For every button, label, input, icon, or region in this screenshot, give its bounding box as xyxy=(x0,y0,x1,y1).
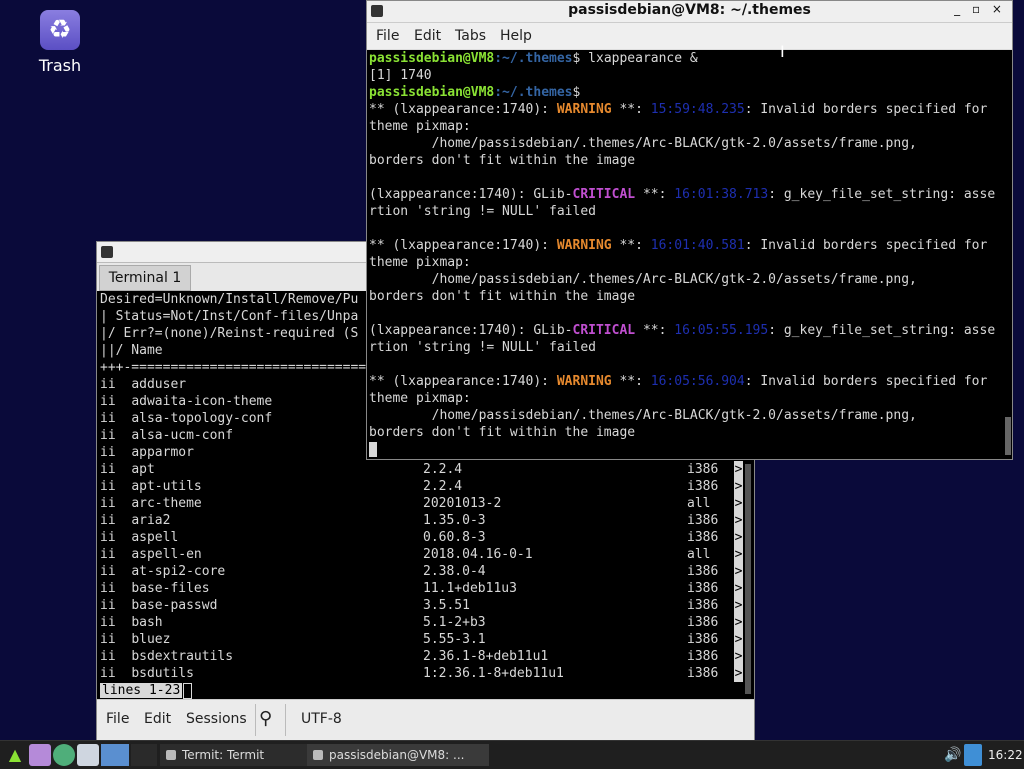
output-line: borders don't fit within the image xyxy=(369,289,636,304)
front-scrollbar[interactable] xyxy=(1005,417,1011,455)
terminal-icon xyxy=(313,750,323,760)
table-row: ii arc-theme 20201013-2 all > xyxy=(100,495,743,512)
critical-line: (lxappearance:1740): GLib-CRITICAL **: 1… xyxy=(369,323,996,338)
workspace-2[interactable] xyxy=(131,744,157,766)
prompt-line: passisdebian@VM8:~/.themes$ xyxy=(369,85,581,100)
terminal-icon xyxy=(166,750,176,760)
task-lxterminal[interactable]: passisdebian@VM8: ... xyxy=(307,744,489,766)
output-line: borders don't fit within the image xyxy=(369,153,636,168)
critical-line: (lxappearance:1740): GLib-CRITICAL **: 1… xyxy=(369,187,996,202)
table-row: ii bash 5.1-2+b3 i386 > xyxy=(100,614,743,631)
menu-separator xyxy=(255,704,256,736)
volume-icon[interactable]: 🔊 xyxy=(944,744,961,766)
output-line: theme pixmap: xyxy=(369,255,471,270)
table-row: ii base-files 11.1+deb11u3 i386 > xyxy=(100,580,743,597)
table-row: ii bluez 5.55-3.1 i386 > xyxy=(100,631,743,648)
output-line: theme pixmap: xyxy=(369,119,471,134)
menu-sessions[interactable]: Sessions xyxy=(186,711,247,727)
output-line: rtion 'string != NULL' failed xyxy=(369,340,596,355)
menu-file[interactable]: File xyxy=(106,711,129,727)
table-row: ii aspell 0.60.8-3 i386 > xyxy=(100,529,743,546)
menu-tabs[interactable]: Tabs xyxy=(455,28,486,44)
network-icon[interactable] xyxy=(964,744,982,766)
output-line: rtion 'string != NULL' failed xyxy=(369,204,596,219)
menu-edit[interactable]: Edit xyxy=(414,28,441,44)
termit-menubar: File Edit Sessions ⚲ UTF-8 xyxy=(97,699,754,740)
output-line: /home/passisdebian/.themes/Arc-BLACK/gtk… xyxy=(369,408,917,423)
table-row: ii base-passwd 3.5.51 i386 > xyxy=(100,597,743,614)
pager-status: lines 1-23 xyxy=(100,683,183,698)
search-icon[interactable]: ⚲ xyxy=(259,708,272,729)
workspace-1[interactable] xyxy=(101,744,129,766)
table-row: ii bsdutils 1:2.36.1-8+deb11u1 i386 > xyxy=(100,665,743,682)
window-controls[interactable]: _ ▫ × xyxy=(954,2,1006,16)
browser-icon[interactable] xyxy=(53,744,75,766)
terminal-icon xyxy=(101,246,113,258)
task-termit[interactable]: Termit: Termit xyxy=(160,744,322,766)
front-titlebar[interactable]: passisdebian@VM8: ~/.themes _ ▫ × xyxy=(367,1,1012,23)
menu-file[interactable]: File xyxy=(376,28,399,44)
desktop-trash-icon[interactable]: ♻ Trash xyxy=(28,10,92,75)
start-menu-icon[interactable]: ▲ xyxy=(4,744,26,766)
warning-line: ** (lxappearance:1740): WARNING **: 16:0… xyxy=(369,238,988,253)
terminal-cursor xyxy=(369,442,377,457)
warning-line: ** (lxappearance:1740): WARNING **: 15:5… xyxy=(369,102,988,117)
menu-edit[interactable]: Edit xyxy=(144,711,171,727)
prompt-line: passisdebian@VM8:~/.themes$ lxappearance… xyxy=(369,51,698,66)
table-row: ii bsdextrautils 2.36.1-8+deb11u1 i386 > xyxy=(100,648,743,665)
front-terminal-output[interactable]: passisdebian@VM8:~/.themes$ lxappearance… xyxy=(369,50,1009,458)
output-line: borders don't fit within the image xyxy=(369,425,636,440)
table-row: ii apt 2.2.4 i386 > xyxy=(100,461,743,478)
text-cursor-icon: I xyxy=(780,42,785,61)
termit-scrollbar[interactable] xyxy=(745,464,751,694)
table-row: ii apt-utils 2.2.4 i386 > xyxy=(100,478,743,495)
menu-separator xyxy=(285,704,286,736)
table-row: ii at-spi2-core 2.38.0-4 i386 > xyxy=(100,563,743,580)
file-manager-icon[interactable] xyxy=(29,744,51,766)
clock[interactable]: 16:22 xyxy=(988,744,1023,766)
menu-help[interactable]: Help xyxy=(500,28,532,44)
taskbar: ▲ Termit: Termit passisdebian@VM8: ... 🔊… xyxy=(0,740,1024,769)
output-line: /home/passisdebian/.themes/Arc-BLACK/gtk… xyxy=(369,272,917,287)
front-menubar: File Edit Tabs Help xyxy=(367,23,1012,50)
tab-terminal-1[interactable]: Terminal 1 xyxy=(99,265,191,291)
table-row: ii aria2 1.35.0-3 i386 > xyxy=(100,512,743,529)
pager-cursor xyxy=(183,682,193,699)
show-desktop-icon[interactable] xyxy=(77,744,99,766)
lxterminal-window[interactable]: passisdebian@VM8: ~/.themes _ ▫ × File E… xyxy=(367,1,1012,459)
recycle-icon: ♻ xyxy=(40,10,80,50)
trash-label: Trash xyxy=(38,56,82,75)
output-line: /home/passisdebian/.themes/Arc-BLACK/gtk… xyxy=(369,136,917,151)
table-row: ii aspell-en 2018.04.16-0-1 all > xyxy=(100,546,743,563)
warning-line: ** (lxappearance:1740): WARNING **: 16:0… xyxy=(369,374,988,389)
job-line: [1] 1740 xyxy=(369,68,432,83)
output-line: theme pixmap: xyxy=(369,391,471,406)
window-title: passisdebian@VM8: ~/.themes xyxy=(568,2,811,18)
encoding-indicator[interactable]: UTF-8 xyxy=(301,711,342,727)
